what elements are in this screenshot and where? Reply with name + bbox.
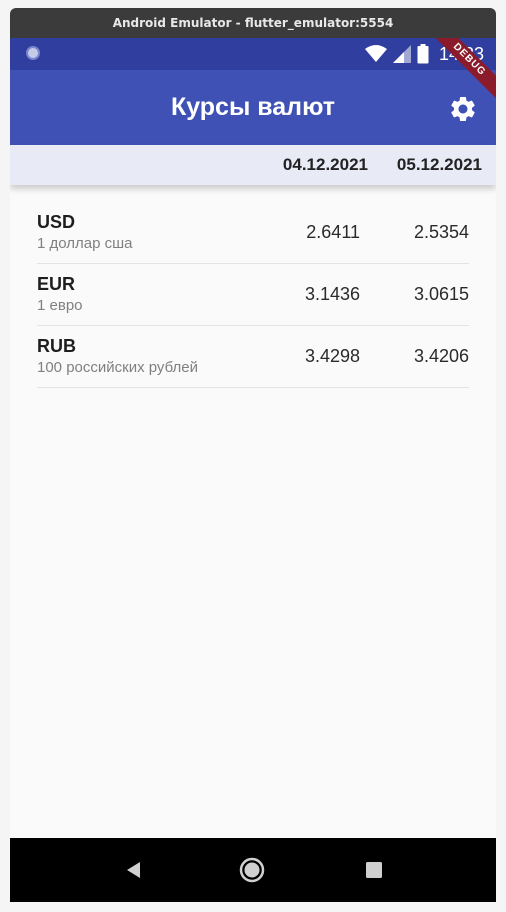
currency-code: RUB [37, 336, 76, 356]
currency-name: 100 российских рублей [37, 359, 198, 376]
date-header: 04.12.2021 05.12.2021 [10, 145, 496, 185]
rate-value-date-2: 3.0615 [413, 284, 469, 304]
rate-value-date-2: 3.4206 [413, 346, 469, 366]
rate-value-date-2: 2.5354 [413, 222, 469, 242]
recent-apps-icon [366, 862, 382, 878]
wifi-icon [364, 45, 387, 62]
rate-value-date-1: 3.4298 [304, 346, 360, 366]
rate-value-date-1: 3.1436 [304, 284, 360, 304]
currency-code: USD [37, 212, 76, 232]
rate-row-eur: EUR 1 евро 3.1436 3.0615 [37, 264, 469, 326]
app-bar: Курсы валют [10, 70, 496, 145]
navigation-bar [10, 838, 496, 902]
page-title: Курсы валют [170, 93, 336, 121]
recent-apps-button[interactable] [360, 856, 388, 884]
rates-list: USD 1 доллар сша 2.6411 2.5354 EUR 1 евр… [37, 202, 469, 388]
settings-button[interactable] [448, 94, 478, 124]
currency-name: 1 доллар сша [37, 235, 133, 252]
rate-row-rub: RUB 100 российских рублей 3.4298 3.4206 [37, 326, 469, 388]
currency-code: EUR [37, 274, 76, 294]
home-icon [239, 857, 265, 883]
date-column-1: 04.12.2021 [282, 155, 368, 174]
emulator-window: Android Emulator - flutter_emulator:5554… [0, 0, 506, 912]
notification-dot-icon [26, 46, 40, 60]
back-button[interactable] [120, 856, 148, 884]
rate-row-usd: USD 1 доллар сша 2.6411 2.5354 [37, 202, 469, 264]
rate-value-date-1: 2.6411 [306, 222, 360, 242]
window-title: Android Emulator - flutter_emulator:5554 [10, 8, 496, 38]
currency-name: 1 евро [37, 297, 83, 314]
device-screen: 14:33 DEBUG Курсы валют 04.12.2021 05.12… [10, 38, 496, 902]
settings-gear-icon [451, 97, 475, 121]
back-icon [127, 862, 140, 878]
status-bar: 14:33 [10, 38, 496, 70]
signal-icon [392, 45, 411, 63]
date-column-2: 05.12.2021 [396, 155, 482, 174]
battery-icon [417, 44, 429, 64]
home-button[interactable] [238, 856, 266, 884]
